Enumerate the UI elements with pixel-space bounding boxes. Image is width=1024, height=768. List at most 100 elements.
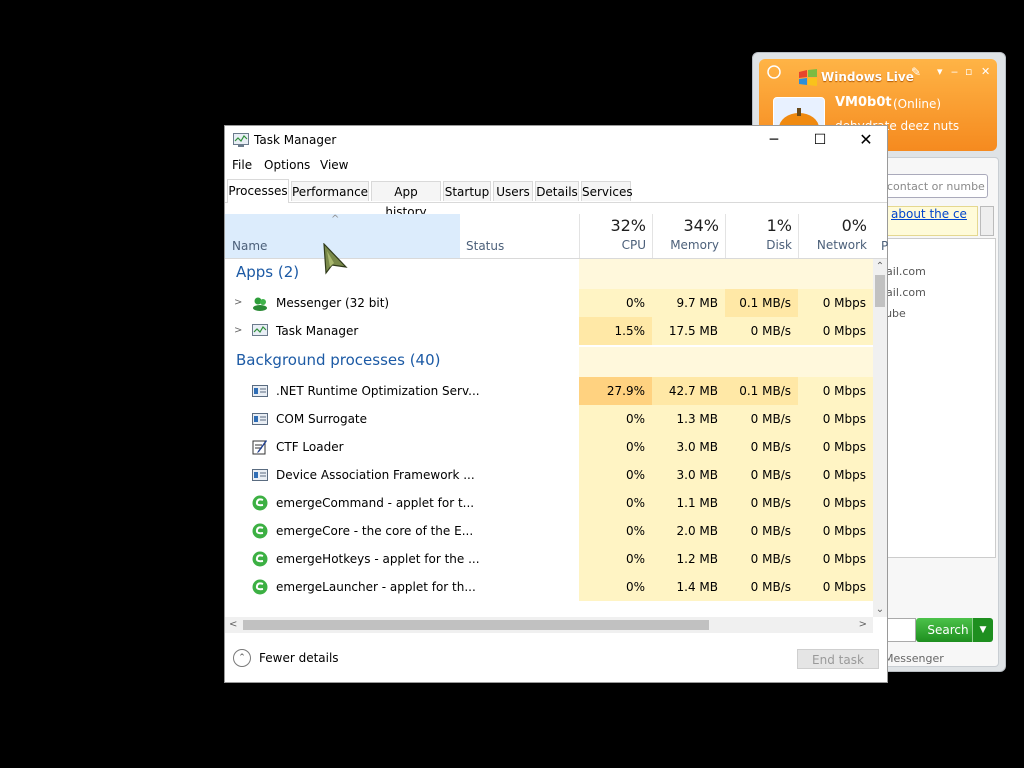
title-bar[interactable]: Task Manager ─ ☐ ✕	[225, 126, 887, 154]
disk-cell: 0 MB/s	[725, 433, 798, 461]
table-row[interactable]: > Task Manager 1.5% 17.5 MB 0 MB/s 0 Mbps	[225, 317, 873, 345]
minimize-icon[interactable]: ‒	[951, 65, 958, 78]
group-heat-cell	[798, 259, 873, 289]
menu-file[interactable]: File	[232, 158, 252, 172]
memory-cell: 1.3 MB	[652, 405, 725, 433]
close-button[interactable]: ✕	[843, 126, 889, 154]
table-row[interactable]: > Messenger (32 bit) 0% 9.7 MB 0.1 MB/s 0 Mbp…	[225, 289, 873, 317]
tab-startup[interactable]: Startup	[443, 181, 491, 201]
maximize-button[interactable]: ☐	[797, 126, 843, 154]
messenger-menu-icon[interactable]	[767, 65, 781, 82]
table-row[interactable]: emergeCore - the core of the E... 0% 2.0 M…	[225, 517, 873, 545]
scroll-thumb[interactable]	[875, 275, 885, 307]
network-cell: 0 Mbps	[798, 573, 873, 601]
column-header-power[interactable]: P	[881, 239, 888, 253]
taskmanager-icon	[233, 133, 249, 147]
menu-view[interactable]: View	[320, 158, 348, 172]
group-heat-cell	[579, 259, 652, 289]
disk-label: Disk	[766, 238, 792, 252]
horizontal-scroll-thumb[interactable]	[243, 620, 709, 630]
tab-details[interactable]: Details	[535, 181, 579, 201]
group-header[interactable]: Background processes (40)	[225, 347, 873, 377]
minimize-button[interactable]: ─	[751, 126, 797, 154]
cpu-cell: 0%	[579, 433, 652, 461]
vertical-scrollbar[interactable]: ⌃ ⌄	[873, 259, 887, 617]
memory-cell: 2.0 MB	[652, 517, 725, 545]
cpu-total: 32%	[610, 216, 646, 235]
tab-services[interactable]: Services	[581, 181, 633, 201]
disk-cell: 0.1 MB/s	[725, 377, 798, 405]
tab-users[interactable]: Users	[493, 181, 533, 201]
memory-cell: 3.0 MB	[652, 461, 725, 489]
display-name[interactable]: VM0b0t	[835, 95, 892, 110]
messenger-footer: Messenger	[884, 652, 944, 665]
messenger-title: Windows Live	[821, 70, 914, 84]
online-status[interactable]: (Online)	[893, 97, 941, 111]
process-name: Device Association Framework ...	[276, 468, 475, 482]
network-total: 0%	[841, 216, 867, 235]
table-row[interactable]: emergeHotkeys - applet for the ... 0% 1.2 …	[225, 545, 873, 573]
scroll-right-icon[interactable]: >	[859, 617, 867, 633]
scroll-down-icon[interactable]: ⌄	[873, 604, 887, 615]
scroll-left-icon[interactable]: <	[229, 617, 237, 633]
group-heat-cell	[725, 347, 798, 377]
network-cell: 0 Mbps	[798, 289, 873, 317]
table-row[interactable]: emergeCommand - applet for t... 0% 1.1 MB 0…	[225, 489, 873, 517]
banner-scrollbar[interactable]	[980, 206, 994, 236]
contact-list[interactable]: tmail.com tmail.com r cube	[870, 238, 996, 558]
close-icon[interactable]: ✕	[981, 65, 990, 78]
disk-cell: 0.1 MB/s	[725, 289, 798, 317]
scroll-up-icon[interactable]: ⌃	[873, 261, 887, 272]
memory-cell: 1.1 MB	[652, 489, 725, 517]
group-heat-cell	[798, 347, 873, 377]
window-title: Task Manager	[254, 133, 337, 147]
network-cell: 0 Mbps	[798, 377, 873, 405]
dropdown-icon[interactable]: ▾	[937, 65, 943, 78]
disk-cell: 0 MB/s	[725, 405, 798, 433]
disk-cell: 0 MB/s	[725, 517, 798, 545]
column-header-disk[interactable]: 1% Disk	[725, 214, 798, 258]
taskmanager-icon	[252, 323, 268, 339]
fewer-details-button[interactable]: Fewer details	[259, 651, 339, 665]
process-name: emergeCommand - applet for t...	[276, 496, 475, 510]
web-search-button[interactable]: Search	[916, 618, 980, 642]
network-label: Network	[816, 238, 867, 252]
chevron-down-icon[interactable]: ▼	[972, 618, 993, 642]
column-header-network[interactable]: 0% Network	[798, 214, 873, 258]
search-contacts-input[interactable]: contact or numbe	[880, 174, 988, 198]
group-heat-cell	[725, 259, 798, 289]
task-manager-window[interactable]: Task Manager ─ ☐ ✕ File Options View Pro…	[224, 125, 888, 683]
column-header-status[interactable]: Status	[466, 239, 504, 253]
column-header-cpu[interactable]: 32% CPU	[579, 214, 652, 258]
chevron-up-icon[interactable]: ⌃	[233, 649, 251, 667]
chevron-right-icon[interactable]: >	[234, 317, 242, 345]
network-cell: 0 Mbps	[798, 545, 873, 573]
tab-processes[interactable]: Processes	[227, 179, 289, 203]
maximize-icon[interactable]: ▫	[965, 65, 972, 78]
sign-in-status-icon[interactable]: ✎	[911, 65, 921, 79]
memory-total: 34%	[683, 216, 719, 235]
column-header-memory[interactable]: 34% Memory	[652, 214, 725, 258]
table-row[interactable]: COM Surrogate 0% 1.3 MB 0 MB/s 0 Mbps	[225, 405, 873, 433]
end-task-button[interactable]: End task	[797, 649, 879, 669]
group-label: Apps (2)	[236, 263, 300, 281]
tab-app-history[interactable]: App history	[371, 181, 441, 219]
memory-cell: 42.7 MB	[652, 377, 725, 405]
tab-performance[interactable]: Performance	[291, 181, 369, 201]
process-list[interactable]: Apps (2) > Messenger (32 bit) 0% 9.7 MB 0.1 M…	[225, 259, 873, 617]
memory-cell: 1.2 MB	[652, 545, 725, 573]
footer-bar: ⌃ Fewer details End task	[225, 634, 887, 682]
table-row[interactable]: .NET Runtime Optimization Serv... 27.9% 42…	[225, 377, 873, 405]
process-name: emergeLauncher - applet for th...	[276, 580, 476, 594]
messenger-icon	[252, 295, 268, 311]
table-row[interactable]: emergeLauncher - applet for th... 0% 1.4 M…	[225, 573, 873, 601]
horizontal-scrollbar[interactable]: < >	[225, 617, 873, 633]
menu-options[interactable]: Options	[264, 158, 310, 172]
table-row[interactable]: CTF Loader 0% 3.0 MB 0 MB/s 0 Mbps	[225, 433, 873, 461]
group-heat-cell	[579, 347, 652, 377]
chevron-right-icon[interactable]: >	[234, 289, 242, 317]
ctf-icon	[252, 439, 268, 455]
table-row[interactable]: Device Association Framework ... 0% 3.0 MB…	[225, 461, 873, 489]
network-cell: 0 Mbps	[798, 461, 873, 489]
process-name: Task Manager	[276, 324, 359, 338]
